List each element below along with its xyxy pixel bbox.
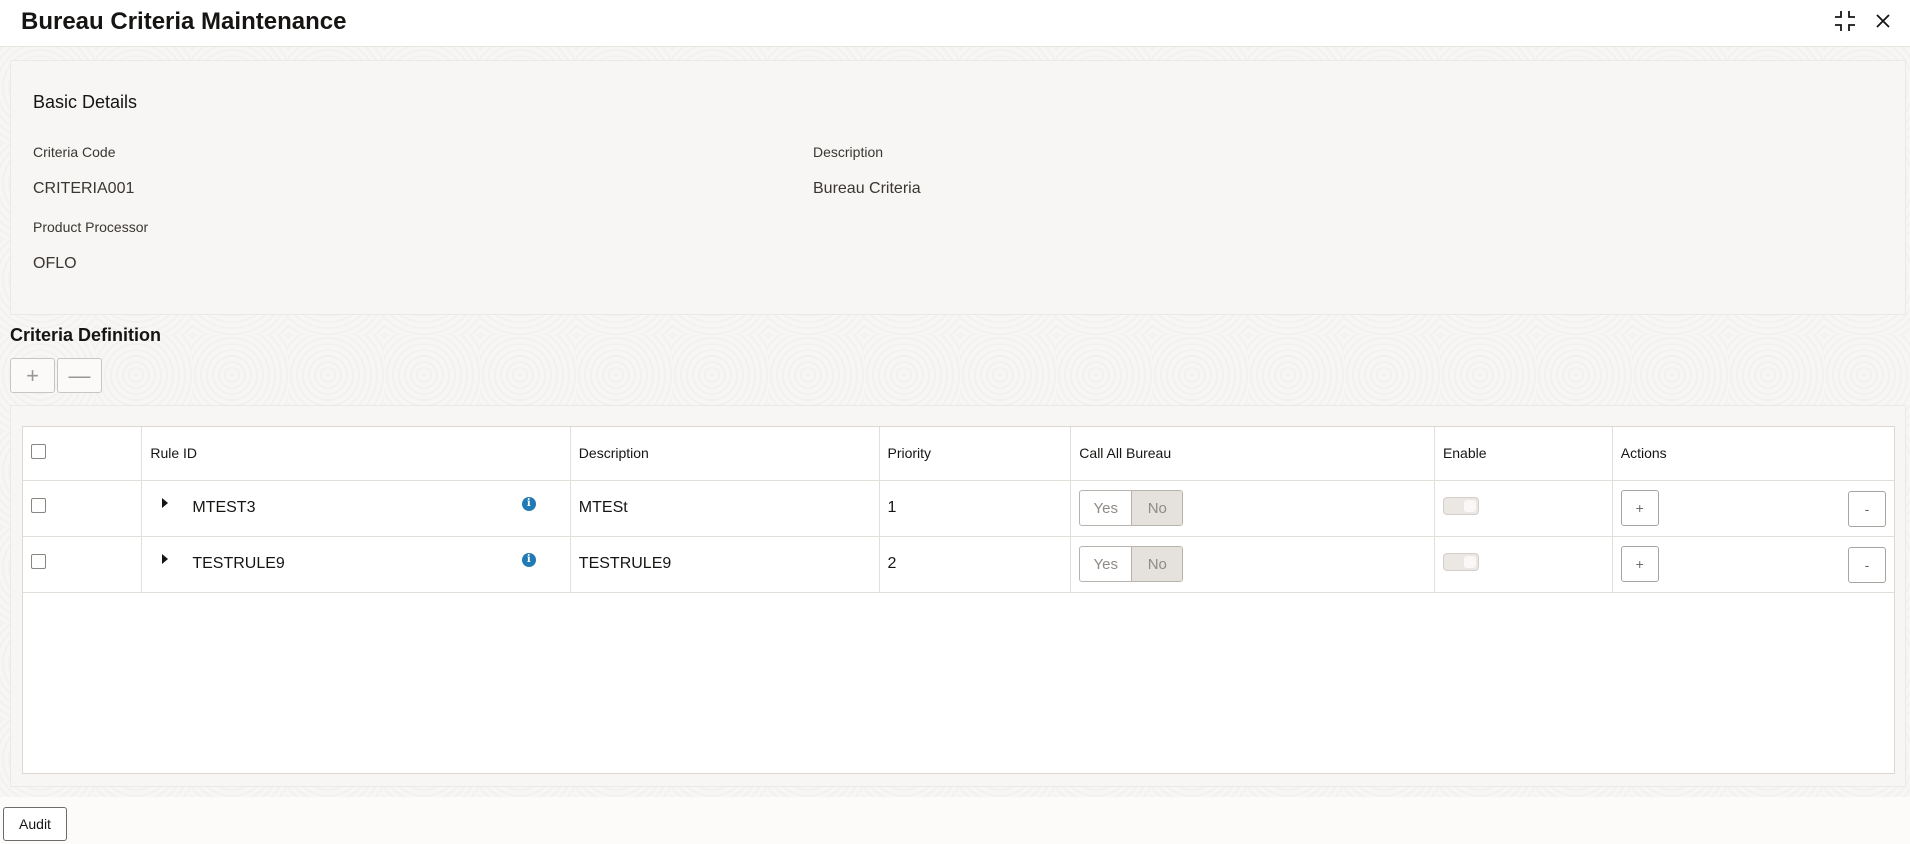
row-checkbox[interactable]: [31, 554, 46, 569]
remove-row-button[interactable]: —: [57, 358, 102, 393]
page-title: Bureau Criteria Maintenance: [21, 8, 347, 35]
expand-caret-icon[interactable]: [162, 497, 169, 508]
description-cell: TESTRULE9: [570, 536, 880, 593]
rule-id-cell: MTEST3 i: [141, 480, 571, 537]
no-option[interactable]: No: [1131, 547, 1183, 581]
criteria-table: Rule ID Description Priority Call All Bu…: [22, 426, 1895, 774]
col-priority[interactable]: Priority: [879, 427, 1072, 481]
table-row: TESTRULE9 i TESTRULE9 2 Yes No + -: [23, 536, 1894, 593]
row-select-cell: [23, 480, 143, 537]
criteria-code-value: CRITERIA001: [33, 180, 135, 197]
info-icon[interactable]: i: [521, 496, 536, 511]
yes-no-toggle: Yes No: [1079, 490, 1184, 526]
basic-details-title: Basic Details: [33, 92, 138, 112]
table-header-row: Rule ID Description Priority Call All Bu…: [23, 427, 1894, 481]
enable-switch[interactable]: [1442, 552, 1479, 571]
actions-cell: + -: [1612, 536, 1894, 593]
rule-id: MTEST3: [192, 498, 256, 516]
product-processor-label: Product Processor: [33, 219, 149, 235]
no-option[interactable]: No: [1131, 491, 1183, 525]
add-action-button[interactable]: +: [1620, 490, 1659, 526]
col-call-all-bureau[interactable]: Call All Bureau: [1070, 427, 1435, 481]
basic-details-panel: Basic Details Criteria Code CRITERIA001 …: [10, 60, 1906, 315]
table-row: MTEST3 i MTESt 1 Yes No + -: [23, 480, 1894, 537]
row-select-cell: [23, 536, 143, 593]
actions-cell: + -: [1612, 480, 1894, 537]
criteria-definition-title: Criteria Definition: [10, 325, 162, 345]
col-description[interactable]: Description: [570, 427, 880, 481]
info-icon[interactable]: i: [521, 552, 536, 567]
criteria-toolbar: + —: [10, 358, 102, 393]
page-header: Bureau Criteria Maintenance: [0, 0, 1910, 47]
yes-option[interactable]: Yes: [1080, 491, 1131, 525]
close-icon[interactable]: [1870, 8, 1896, 34]
criteria-code-label: Criteria Code: [33, 144, 116, 160]
yes-option[interactable]: Yes: [1080, 547, 1131, 581]
header-actions: [1832, 8, 1896, 34]
enable-cell: [1434, 480, 1613, 537]
row-checkbox[interactable]: [31, 498, 46, 513]
expand-caret-icon[interactable]: [162, 553, 169, 564]
call-all-bureau-cell: Yes No: [1070, 536, 1435, 593]
col-rule-id[interactable]: Rule ID: [141, 427, 571, 481]
remove-action-button[interactable]: -: [1848, 490, 1886, 527]
priority-cell: 2: [879, 536, 1072, 593]
rule-id-cell: TESTRULE9 i: [141, 536, 571, 593]
description-value: Bureau Criteria: [813, 180, 921, 197]
col-actions: Actions: [1612, 427, 1894, 481]
description-cell: MTESt: [570, 480, 880, 537]
col-enable[interactable]: Enable: [1434, 427, 1613, 481]
select-all-cell: [23, 427, 143, 481]
collapse-icon[interactable]: [1832, 8, 1858, 34]
description-label: Description: [813, 144, 884, 160]
yes-no-toggle: Yes No: [1079, 546, 1184, 582]
criteria-table-panel: Rule ID Description Priority Call All Bu…: [10, 405, 1906, 787]
rule-id: TESTRULE9: [192, 554, 285, 572]
remove-action-button[interactable]: -: [1848, 546, 1886, 583]
priority-cell: 1: [879, 480, 1072, 537]
enable-switch[interactable]: [1442, 496, 1479, 515]
add-action-button[interactable]: +: [1620, 546, 1659, 582]
add-row-button[interactable]: +: [10, 358, 55, 393]
product-processor-value: OFLO: [33, 255, 77, 272]
enable-cell: [1434, 536, 1613, 593]
call-all-bureau-cell: Yes No: [1070, 480, 1435, 537]
select-all-checkbox[interactable]: [31, 444, 46, 460]
audit-button[interactable]: Audit: [3, 807, 67, 841]
